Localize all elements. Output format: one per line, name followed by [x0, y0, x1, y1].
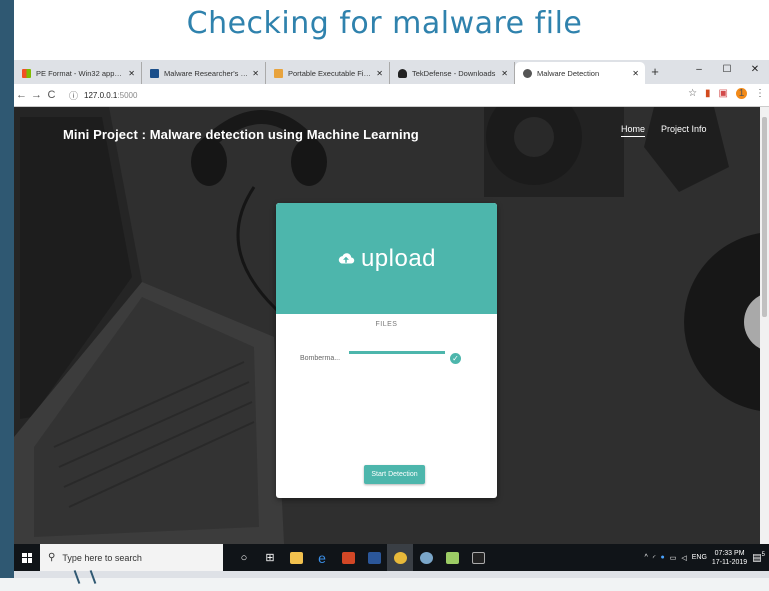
close-icon[interactable]: ✕	[632, 69, 639, 78]
clock-date: 17-11-2019	[711, 558, 748, 566]
tab-portable-executable[interactable]: Portable Executable File Forma ✕	[266, 62, 390, 84]
file-name: Bomberma...	[300, 355, 341, 362]
address-bar: ← → C ⓘ 127.0.0.1:5000 ☆ ▮ ▣ 1 ⋮	[14, 84, 769, 107]
tab-label: TekDefense - Downloads	[412, 68, 496, 78]
url-host: 127.0.0.1	[84, 90, 118, 100]
screenshot-window: PE Format - Win32 apps | Micr ✕ Malware …	[14, 60, 769, 578]
scrollbar[interactable]	[760, 107, 769, 544]
forward-arrow-icon[interactable]: →	[29, 89, 44, 101]
windows-taskbar: ⚲ Type here to search ○ ⊞ e ^ ◜ ● ▭ ◁ EN…	[14, 544, 769, 571]
word-icon[interactable]	[361, 544, 387, 571]
upload-dropzone[interactable]: upload	[276, 203, 497, 314]
notepad-icon[interactable]	[439, 544, 465, 571]
file-explorer-icon[interactable]	[283, 544, 309, 571]
tab-label: Portable Executable File Forma	[288, 68, 372, 78]
taskbar-apps: ○ ⊞ e	[231, 544, 491, 571]
menu-dots-icon[interactable]: ⋮	[755, 88, 765, 99]
search-placeholder: Type here to search	[62, 552, 142, 563]
close-window-button[interactable]: ✕	[741, 60, 769, 82]
chrome-icon[interactable]	[387, 544, 413, 571]
toolbar-right: ☆ ▮ ▣ 1 ⋮	[688, 88, 765, 99]
clock[interactable]: 07:33 PM 17-11-2019	[712, 549, 747, 567]
upload-progress-bar	[349, 351, 445, 354]
close-icon[interactable]: ✕	[501, 69, 508, 78]
cortana-icon[interactable]: ○	[231, 544, 257, 571]
slide-footer	[0, 570, 769, 591]
tab-malware-detection[interactable]: Malware Detection ✕	[515, 62, 645, 84]
upload-card: upload FILES Bomberma... ✓ Start Detecti…	[276, 203, 497, 498]
reload-icon[interactable]: C	[44, 89, 59, 101]
battery-icon[interactable]: ▭	[670, 554, 677, 562]
search-icon: ⚲	[48, 552, 56, 563]
chevron-up-icon[interactable]: ^	[644, 554, 647, 561]
avatar[interactable]: 1	[736, 88, 747, 99]
pocket-icon[interactable]: ▣	[719, 88, 728, 99]
bluetooth-icon[interactable]: ●	[660, 554, 664, 561]
upload-title: upload	[360, 244, 437, 272]
extension-icon[interactable]: ▮	[705, 88, 711, 99]
language-indicator[interactable]: ENG	[692, 554, 707, 561]
tab-label: Malware Detection	[537, 68, 600, 78]
files-label: FILES	[375, 321, 398, 328]
task-view-icon[interactable]: ⊞	[257, 544, 283, 571]
terminal-icon[interactable]	[465, 544, 491, 571]
info-icon[interactable]: ⓘ	[69, 89, 78, 102]
file-row: Bomberma... ✓	[300, 348, 475, 368]
web-page: Mini Project : Malware detection using M…	[14, 107, 760, 544]
paint-icon[interactable]	[413, 544, 439, 571]
close-icon[interactable]: ✕	[376, 69, 383, 78]
globe-icon	[523, 68, 532, 78]
ka-icon	[274, 68, 283, 78]
start-detection-button[interactable]: Start Detection	[364, 465, 425, 484]
url-port: :5000	[117, 90, 138, 100]
checkmark-icon: ✓	[450, 353, 461, 364]
brand-title: Mini Project : Malware detection using M…	[63, 127, 419, 142]
volume-icon[interactable]: ◁	[681, 554, 686, 562]
cloud-upload-icon	[338, 252, 355, 263]
close-icon[interactable]: ✕	[252, 69, 259, 78]
top-nav: Home Project Info	[621, 124, 707, 137]
new-tab-button[interactable]: +	[645, 62, 665, 84]
tab-malware-handbook[interactable]: Malware Researcher's Handboo ✕	[142, 62, 266, 84]
wifi-icon[interactable]: ◜	[653, 554, 656, 562]
minimize-button[interactable]: –	[685, 60, 713, 82]
book-icon	[150, 68, 159, 78]
tab-bar: PE Format - Win32 apps | Micr ✕ Malware …	[14, 60, 769, 84]
tab-pe-format[interactable]: PE Format - Win32 apps | Micr ✕	[14, 62, 142, 84]
close-icon[interactable]: ✕	[128, 69, 135, 78]
scrollbar-thumb[interactable]	[762, 117, 767, 317]
window-controls: – ☐ ✕	[685, 60, 769, 82]
slide: Checking for malware file PE Format - Wi…	[0, 0, 769, 591]
slide-title: Checking for malware file	[186, 6, 583, 41]
shield-icon	[398, 68, 407, 78]
clock-time: 07:33 PM	[714, 549, 745, 557]
tab-tekdefense[interactable]: TekDefense - Downloads ✕	[390, 62, 515, 84]
start-button[interactable]	[14, 544, 40, 571]
notification-count: 5	[761, 551, 765, 558]
tab-label: Malware Researcher's Handboo	[164, 68, 248, 78]
windows-logo-icon	[22, 552, 32, 563]
star-icon[interactable]: ☆	[688, 88, 697, 99]
upload-progress-fill	[349, 351, 445, 354]
taskbar-search[interactable]: ⚲ Type here to search	[40, 544, 223, 571]
ms-logo-icon	[22, 68, 31, 78]
notification-icon[interactable]: ▤5	[752, 552, 765, 563]
nav-home-link[interactable]: Home	[621, 124, 646, 137]
tab-label: PE Format - Win32 apps | Micr	[36, 68, 124, 78]
back-arrow-icon[interactable]: ←	[14, 89, 29, 101]
system-tray: ^ ◜ ● ▭ ◁ ENG 07:33 PM 17-11-2019 ▤5	[644, 544, 765, 571]
maximize-button[interactable]: ☐	[713, 60, 741, 82]
url-field[interactable]: 127.0.0.1:5000	[84, 91, 137, 100]
slide-side-band	[0, 0, 14, 578]
nav-project-info-link[interactable]: Project Info	[661, 124, 707, 137]
powerpoint-icon[interactable]	[335, 544, 361, 571]
edge-icon[interactable]: e	[309, 544, 335, 571]
